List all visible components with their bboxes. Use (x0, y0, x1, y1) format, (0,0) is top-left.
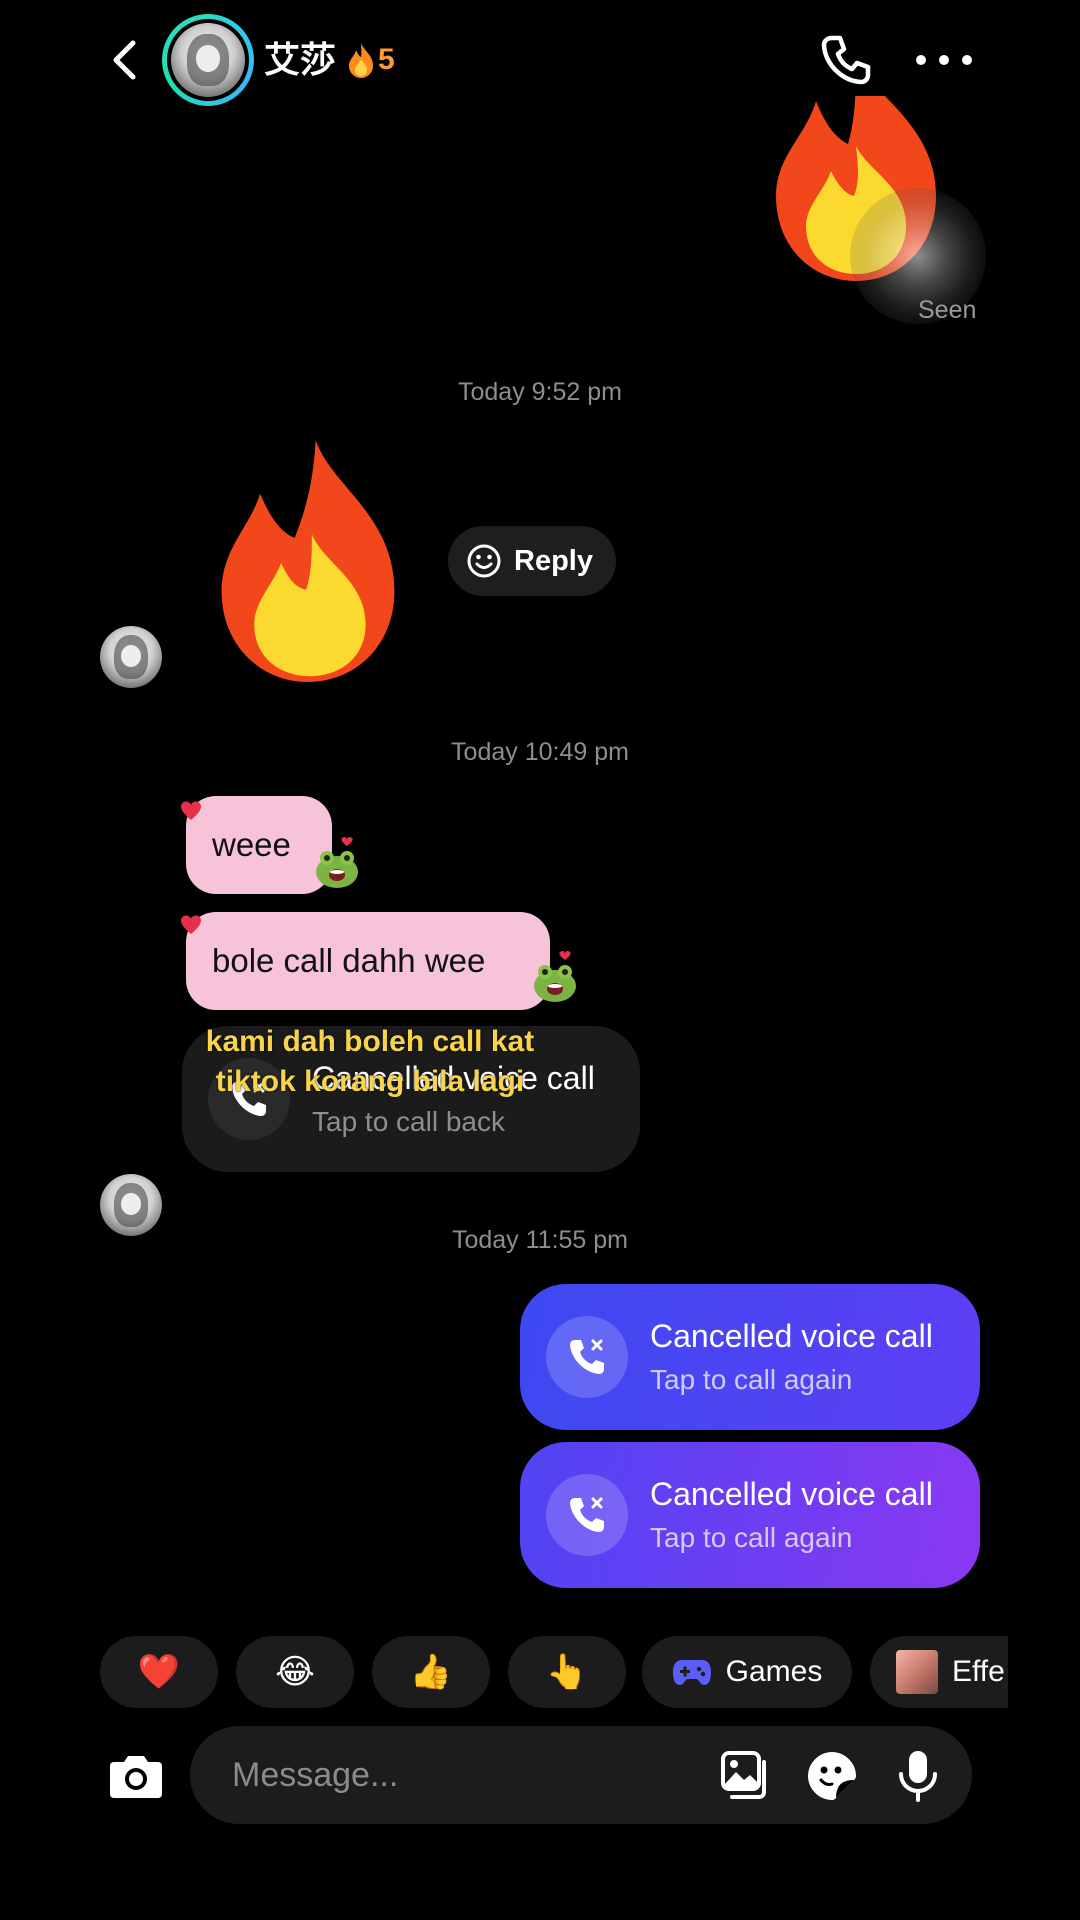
message-text: bole call dahh wee (212, 942, 486, 979)
frog-icon (316, 836, 358, 888)
call-icon-circle (546, 1474, 628, 1556)
back-button[interactable] (100, 35, 150, 85)
heart-icon (181, 801, 201, 820)
quick-reaction-laugh[interactable]: 😂 (236, 1636, 354, 1708)
games-label: Games (725, 1655, 823, 1688)
gallery-icon (721, 1751, 766, 1799)
call-title: Cancelled voice call (650, 1318, 933, 1354)
games-button[interactable]: Games (642, 1636, 852, 1708)
gamepad-icon (672, 1660, 711, 1685)
more-options-button[interactable] (916, 36, 972, 84)
timestamp: Today 11:55 pm (451, 1226, 629, 1254)
laughing-face-icon: 😂 (275, 1653, 315, 1691)
gallery-button[interactable] (720, 1750, 772, 1802)
flame-icon (349, 43, 373, 78)
sticker-button[interactable] (806, 1750, 858, 1802)
contact-avatar[interactable] (162, 14, 254, 106)
streak-count: 5 (378, 43, 395, 76)
outgoing-call-card[interactable]: Cancelled voice call Tap to call again (520, 1442, 980, 1588)
missed-call-icon (570, 1339, 604, 1374)
heart-icon: ❤️ (137, 1653, 181, 1691)
outgoing-call-card[interactable]: Cancelled voice call Tap to call again (520, 1284, 980, 1430)
received-fire-emoji[interactable] (212, 438, 404, 684)
reply-label: Reply (514, 544, 593, 577)
quick-reaction-point[interactable]: 👆 (508, 1636, 626, 1708)
streak-badge: 5 (346, 38, 395, 82)
quick-reaction-thumbs-up[interactable]: 👍 (372, 1636, 490, 1708)
voice-call-button[interactable] (818, 32, 874, 88)
call-icon-circle (546, 1316, 628, 1398)
message-bubble[interactable]: weee (186, 796, 332, 894)
smiley-icon (467, 544, 501, 578)
phone-icon (821, 35, 871, 85)
sticker-icon (808, 1752, 856, 1800)
timestamp: Today 9:52 pm (458, 378, 622, 406)
effects-button[interactable]: Effe (870, 1636, 1008, 1708)
frog-sticker (312, 836, 362, 890)
effect-thumbnail (896, 1650, 938, 1694)
quick-reaction-heart[interactable]: ❤️ (100, 1636, 218, 1708)
camera-icon (110, 1756, 162, 1798)
missed-call-icon (570, 1497, 604, 1532)
sender-avatar[interactable] (100, 626, 162, 688)
message-text: weee (212, 826, 291, 863)
camera-button[interactable] (108, 1750, 164, 1802)
dot-icon (939, 55, 949, 65)
thumbs-up-icon: 👍 (409, 1653, 453, 1691)
dot-icon (962, 55, 972, 65)
video-caption-overlay: kami dah boleh call kat tiktok korang bi… (205, 1025, 535, 1098)
contact-name[interactable]: 艾莎 (264, 36, 336, 84)
heart-icon (181, 915, 201, 934)
chevron-left-icon (113, 40, 136, 80)
pointing-hand-icon: 👆 (545, 1653, 589, 1691)
call-subtitle: Tap to call again (650, 1364, 853, 1395)
seen-label: Seen (918, 296, 977, 324)
sender-avatar[interactable] (100, 1174, 162, 1236)
fire-icon (221, 440, 395, 682)
frog-icon (534, 950, 576, 1002)
call-title: Cancelled voice call (650, 1476, 933, 1512)
dot-icon (916, 55, 926, 65)
quick-reply-bar: ❤️ 😂 👍 👆 Games Effe (100, 1636, 1008, 1708)
timestamp: Today 10:49 pm (451, 738, 629, 766)
voice-message-button[interactable] (892, 1748, 944, 1802)
frog-sticker (530, 950, 580, 1004)
microphone-icon (899, 1751, 937, 1802)
message-bubble[interactable]: bole call dahh wee (186, 912, 550, 1010)
call-subtitle: Tap to call again (650, 1522, 853, 1553)
call-subtitle: Tap to call back (312, 1106, 505, 1137)
effects-label: Effe (952, 1655, 1005, 1688)
reply-button[interactable]: Reply (448, 526, 616, 596)
